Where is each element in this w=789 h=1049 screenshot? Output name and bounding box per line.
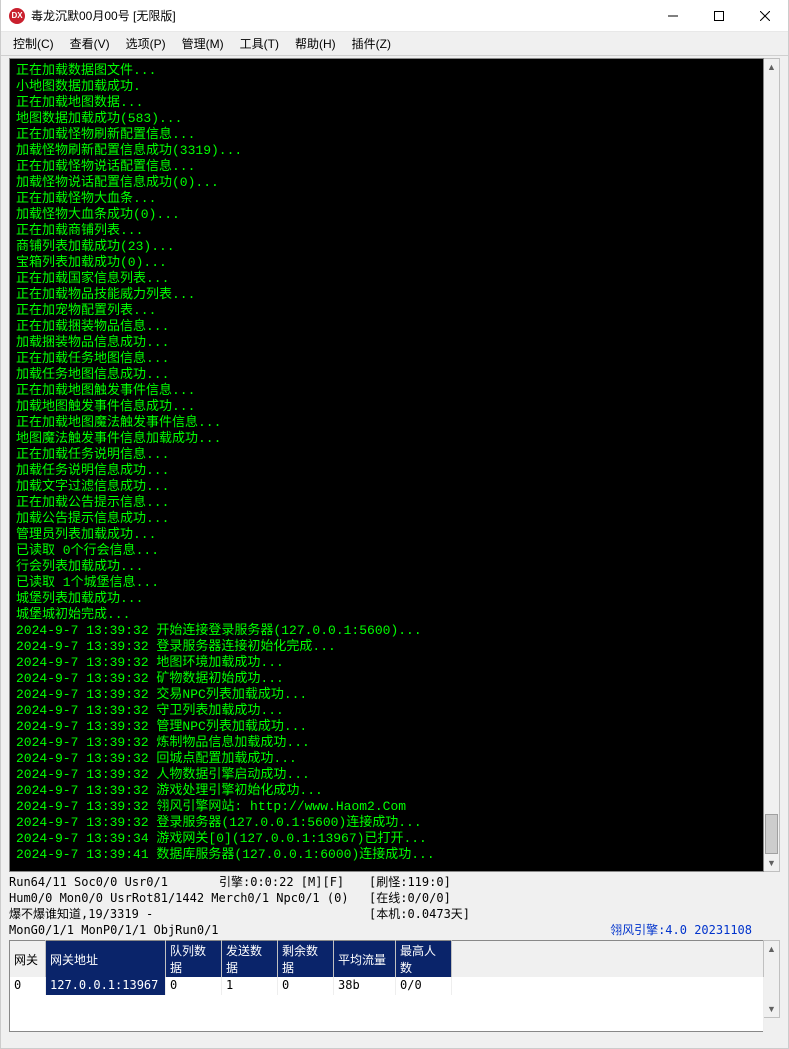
status-local: [本机:0.0473天] [369,906,470,922]
status-drop: 爆不爆谁知道,19/3319 - [9,906,153,922]
cell-max: 0/0 [396,977,452,995]
maximize-button[interactable] [696,0,742,32]
cell-avg: 38b [334,977,396,995]
scroll-down-icon[interactable]: ▼ [764,855,779,871]
close-icon [760,11,770,21]
window-controls [650,0,788,32]
menu-manage[interactable]: 管理(M) [176,33,230,54]
cell-remain: 0 [278,977,334,995]
th-address[interactable]: 网关地址 [46,941,166,978]
cell-send: 1 [222,977,278,995]
th-send[interactable]: 发送数据 [222,941,278,978]
app-icon: DX [9,8,25,24]
status-engine-time: 引擎:0:0:22 [M][F] [219,874,344,890]
window-title: 毒龙沉默00月00号 [无限版] [31,7,176,24]
close-button[interactable] [742,0,788,32]
gateway-table[interactable]: 网关 网关地址 队列数据 发送数据 剩余数据 平均流量 最高人数 0 127.0… [9,940,764,1032]
scroll-up-icon[interactable]: ▲ [764,59,779,75]
status-online: [在线:0/0/0] [369,890,451,906]
th-max[interactable]: 最高人数 [396,941,452,978]
scroll-thumb[interactable] [765,814,778,854]
cell-blank [452,977,764,995]
menubar: 控制(C) 查看(V) 选项(P) 管理(M) 工具(T) 帮助(H) 插件(Z… [1,32,788,56]
status-engine-version: 翎风引擎:4.0 20231108 [610,922,752,938]
menu-tools[interactable]: 工具(T) [234,33,285,54]
th-remain[interactable]: 剩余数据 [278,941,334,978]
gateway-table-wrap: 网关 网关地址 队列数据 发送数据 剩余数据 平均流量 最高人数 0 127.0… [9,940,780,1018]
status-hum: Hum0/0 Mon0/0 UsrRot81/1442 Merch0/1 Npc… [9,890,349,906]
maximize-icon [714,11,724,21]
menu-plugin[interactable]: 插件(Z) [346,33,397,54]
table-scrollbar[interactable]: ▲ ▼ [764,940,780,1018]
cell-queue: 0 [166,977,222,995]
cell-address: 127.0.0.1:13967 [46,977,166,995]
table-row[interactable]: 0 127.0.0.1:13967 0 1 0 38b 0/0 [10,977,764,995]
menu-options[interactable]: 选项(P) [120,33,172,54]
minimize-icon [668,11,678,21]
scroll-up-icon[interactable]: ▲ [764,941,779,957]
log-console[interactable]: 正在加载数据图文件... 小地图数据加载成功. 正在加载地图数据... 地图数据… [9,58,764,872]
table-header-row: 网关 网关地址 队列数据 发送数据 剩余数据 平均流量 最高人数 [10,941,764,978]
table-row [10,995,764,1031]
th-blank [452,941,764,978]
cell-gateway: 0 [10,977,46,995]
menu-view[interactable]: 查看(V) [64,33,116,54]
status-panel: Run64/11 Soc0/0 Usr0/1 引擎:0:0:22 [M][F] … [9,874,780,938]
th-gateway[interactable]: 网关 [10,941,46,978]
scroll-down-icon[interactable]: ▼ [764,1001,779,1017]
minimize-button[interactable] [650,0,696,32]
status-spawn: [刷怪:119:0] [369,874,451,890]
menu-control[interactable]: 控制(C) [7,33,60,54]
th-queue[interactable]: 队列数据 [166,941,222,978]
titlebar: DX 毒龙沉默00月00号 [无限版] [1,0,788,32]
console-scrollbar[interactable]: ▲ ▼ [764,58,780,872]
menu-help[interactable]: 帮助(H) [289,33,342,54]
titlebar-left: DX 毒龙沉默00月00号 [无限版] [9,7,176,24]
status-mong: MonG0/1/1 MonP0/1/1 ObjRun0/1 [9,922,219,938]
status-run: Run64/11 Soc0/0 Usr0/1 [9,874,168,890]
console-area: 正在加载数据图文件... 小地图数据加载成功. 正在加载地图数据... 地图数据… [9,58,780,872]
th-avg[interactable]: 平均流量 [334,941,396,978]
